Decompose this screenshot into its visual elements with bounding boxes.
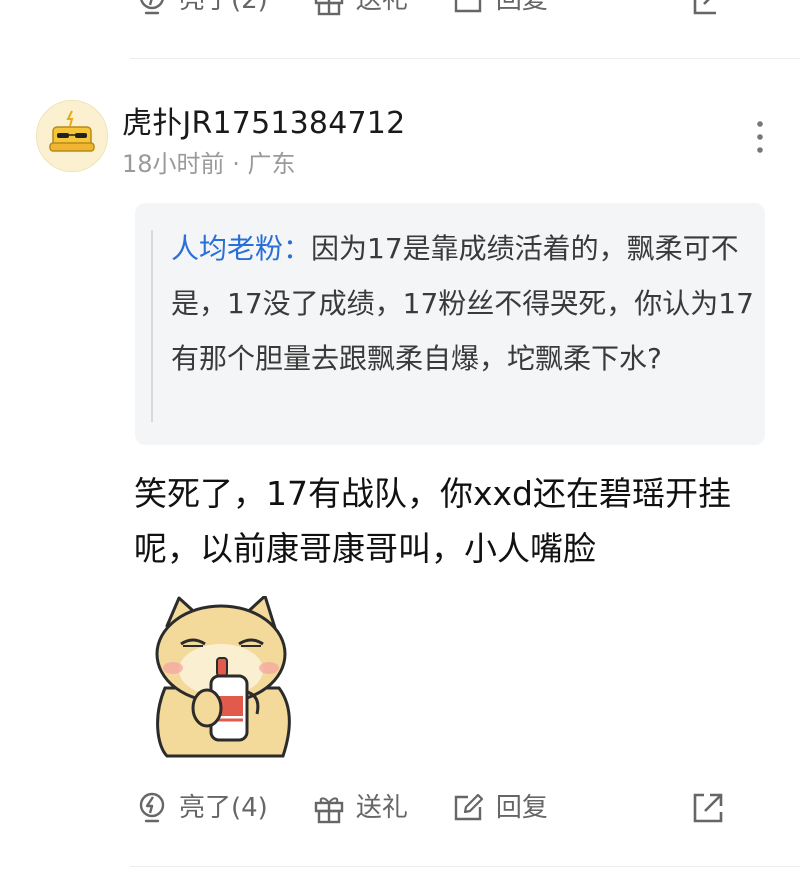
reply-button[interactable]: 回复 (452, 791, 548, 825)
comment-action-bar: 亮了(4) 送礼 回复 (135, 788, 770, 828)
like-count: 亮了(4) (179, 793, 268, 823)
divider (130, 866, 800, 867)
username[interactable]: 虎扑JR1751384712 (122, 98, 405, 142)
edit-reply-icon (454, 0, 482, 13)
quote-bar (151, 230, 153, 422)
reply-label: 回复 (495, 793, 548, 823)
share-button[interactable] (690, 790, 726, 826)
timestamp: 18小时前 (122, 150, 225, 178)
dog-drinking-sticker[interactable] (143, 596, 303, 758)
comment-meta: 18小时前 · 广东 (122, 144, 295, 179)
quoted-comment[interactable]: 人均老粉：因为17是靠成绩活着的，飘柔可不是，17没了成绩，17粉丝不得哭死，你… (135, 203, 765, 445)
divider (130, 58, 800, 59)
quote-author[interactable]: 人均老粉： (171, 232, 311, 265)
meta-separator: · (232, 150, 240, 178)
like-count: 亮了(2) (179, 0, 268, 15)
share-icon (693, 0, 716, 15)
lightbulb-icon (139, 792, 165, 823)
gift-label: 送礼 (355, 793, 408, 823)
gift-icon (314, 0, 344, 16)
reply-button[interactable]: 回复 (452, 0, 548, 17)
like-button[interactable]: 亮了(4) (135, 791, 268, 825)
more-vertical-icon[interactable] (748, 118, 772, 158)
edit-reply-icon (454, 793, 483, 821)
location: 广东 (247, 150, 296, 178)
gift-button[interactable]: 送礼 (312, 0, 408, 17)
gift-label: 送礼 (355, 0, 408, 15)
avatar-image (37, 101, 107, 171)
share-icon (693, 793, 723, 823)
gift-button[interactable]: 送礼 (312, 791, 408, 825)
quote-text-block: 人均老粉：因为17是靠成绩活着的，飘柔可不是，17没了成绩，17粉丝不得哭死，你… (171, 221, 756, 386)
like-button[interactable]: 亮了(2) (135, 0, 268, 17)
lightbulb-icon (140, 0, 164, 15)
previous-comment-action-bar: 亮了(2) 送礼 回复 (135, 0, 770, 20)
reply-label: 回复 (495, 0, 548, 15)
comment-body: 笑死了，17有战队，你xxd还在碧瑶开挂呢，以前康哥康哥叫，小人嘴脸 (134, 474, 731, 568)
avatar[interactable] (36, 100, 108, 172)
share-button[interactable] (690, 0, 726, 18)
gift-icon (314, 797, 344, 824)
